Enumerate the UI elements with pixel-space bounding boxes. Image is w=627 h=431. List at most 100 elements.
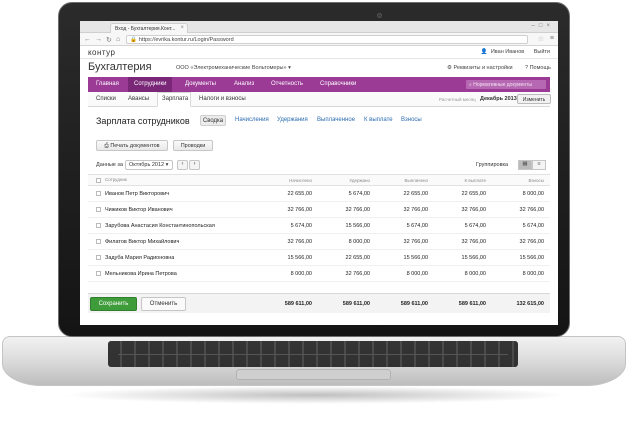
tab-accruals[interactable]: Начисления	[235, 117, 269, 123]
next-month-button[interactable]: ›	[189, 160, 200, 170]
amount-cell: 8 000,00	[258, 265, 318, 282]
save-button[interactable]: Сохранить	[90, 297, 137, 311]
reload-icon[interactable]: ↻	[106, 36, 112, 44]
user-icon: 👤	[480, 49, 488, 55]
user-menu: 👤 Иван Иванов Выйти	[472, 49, 550, 55]
help-link[interactable]: ? Помощь	[525, 65, 551, 71]
user-name[interactable]: Иван Иванов	[491, 49, 524, 55]
subnav-item-lists[interactable]: Списки	[96, 96, 116, 102]
forward-arrow-icon[interactable]: →	[95, 36, 102, 43]
cancel-button[interactable]: Отменить	[141, 297, 186, 311]
change-period-button[interactable]: Изменить	[517, 94, 551, 104]
column-header[interactable]: К выплате	[434, 174, 492, 186]
nav-item-employees[interactable]: Сотрудники	[134, 81, 167, 87]
row-checkbox[interactable]	[96, 238, 101, 244]
grouping-toggle-grid-icon[interactable]: ▦	[518, 160, 532, 170]
amount-value: 32 766,00	[403, 238, 428, 245]
column-header[interactable]: Взносы	[492, 174, 550, 186]
chevron-down-icon: ▾	[165, 162, 169, 168]
select-all-checkbox[interactable]	[96, 177, 101, 183]
nav-item-documents[interactable]: Документы	[185, 81, 216, 87]
row-checkbox[interactable]	[96, 254, 101, 260]
camera-icon	[377, 13, 382, 18]
print-documents-button[interactable]: ⎙ Печать документов	[96, 140, 168, 151]
amount-cell: 8 000,00	[492, 265, 550, 282]
amount-value: 32 766,00	[345, 270, 370, 277]
amount-cell: 32 766,00	[376, 201, 434, 218]
month-select[interactable]: Октябрь 2012 ▾	[125, 160, 173, 170]
employee-name: Филатов Виктор Михайлович	[105, 238, 180, 245]
employee-name: Мельникова Ирина Петрова	[105, 270, 177, 277]
column-header[interactable]: Удержано	[318, 174, 376, 186]
logout-link[interactable]: Выйти	[534, 49, 550, 55]
browser-tab[interactable]: Вход - Бухгалтерия.Конт... ×	[110, 23, 188, 33]
table-row[interactable]: Чижиков Виктор Иванович 32 766,00 32 766,0…	[88, 201, 550, 218]
app-header: Бухгалтерия ООО «Электромеханические Вол…	[80, 59, 558, 77]
settings-link[interactable]: ⚙ Реквизиты и настройки	[447, 65, 513, 71]
table-row[interactable]: Иванов Петр Викторович 22 655,00 5 674,00 2…	[88, 185, 550, 202]
amount-cell: 22 655,00	[434, 185, 492, 202]
amount-value: 5 674,00	[522, 222, 544, 229]
nav-item-directories[interactable]: Справочники	[320, 81, 356, 87]
table-row[interactable]: Филатов Виктор Михайлович 32 766,00 8 000,…	[88, 233, 550, 250]
table-row[interactable]: Зарубова Анастасия Константинопольская 5 …	[88, 217, 550, 234]
prev-month-button[interactable]: ‹	[177, 160, 188, 170]
amount-value: 32 766,00	[461, 206, 486, 213]
tab-summary[interactable]: Сводка	[200, 115, 226, 126]
home-icon[interactable]: ⌂	[116, 36, 120, 43]
nav-item-analysis[interactable]: Анализ	[234, 81, 254, 87]
amount-cell: 32 766,00	[434, 233, 492, 250]
tab-contributions[interactable]: Взносы	[401, 117, 422, 123]
table-row[interactable]: Мельникова Ирина Петрова 8 000,00 32 766,0…	[88, 265, 550, 282]
subnav-item-salary[interactable]: Зарплата	[162, 96, 188, 102]
amount-value: 32 766,00	[345, 206, 370, 213]
row-checkbox[interactable]	[96, 206, 101, 212]
tab-title: Вход - Бухгалтерия.Конт...	[115, 26, 176, 32]
column-header[interactable]: Начислено	[258, 174, 318, 186]
column-header[interactable]: Выплачено	[376, 174, 434, 186]
total-accrued: 589 611,00	[284, 301, 312, 307]
table-row[interactable]: Задуба Мария Радионовна 15 566,00 22 655,0…	[88, 249, 550, 266]
amount-value: 8 000,00	[522, 270, 544, 277]
back-arrow-icon[interactable]: ←	[84, 36, 91, 43]
chevron-down-icon: ▾	[288, 65, 291, 71]
amount-cell: 22 655,00	[376, 185, 434, 202]
bookmark-star-icon[interactable]: ☆	[538, 35, 544, 43]
nav-item-reports[interactable]: Отчетность	[271, 81, 303, 87]
amount-value: 32 766,00	[287, 206, 312, 213]
period-value: Декабрь 2013	[480, 96, 517, 102]
subnav-item-taxes[interactable]: Налоги и взносы	[199, 96, 246, 102]
tab-to-pay[interactable]: К выплате	[364, 117, 393, 123]
employee-name-cell: Зарубова Анастасия Константинопольская	[88, 217, 258, 234]
close-icon[interactable]: ×	[180, 25, 184, 31]
printer-icon: ⎙	[104, 143, 109, 149]
total-to-pay: 589 611,00	[458, 301, 486, 307]
postings-button[interactable]: Проводки	[173, 140, 213, 151]
browser-address-bar: ← → ↻ ⌂ 🔒 https://evrika.kontur.ru/Login/…	[80, 33, 558, 46]
grouping-toggle-list-icon[interactable]: ≡	[532, 160, 546, 170]
nav-item-home[interactable]: Главная	[96, 81, 119, 87]
row-checkbox[interactable]	[96, 190, 101, 196]
normative-search-input[interactable]: ⌕ Нормативные документы	[466, 80, 546, 89]
subnav-item-advances[interactable]: Авансы	[128, 96, 149, 102]
laptop-stage: Вход - Бухгалтерия.Конт... × –□× ← → ↻ ⌂…	[0, 0, 627, 431]
amount-cell: 15 566,00	[258, 249, 318, 266]
kontur-logo[interactable]: кoнтур	[88, 48, 115, 57]
row-checkbox[interactable]	[96, 270, 101, 276]
row-checkbox[interactable]	[96, 222, 101, 228]
employee-name: Зарубова Анастасия Константинопольская	[105, 222, 215, 229]
amount-cell: 8 000,00	[376, 265, 434, 282]
tab-paid[interactable]: Выплаченное	[317, 117, 355, 123]
employee-name-cell: Филатов Виктор Михайлович	[88, 233, 258, 250]
url-input[interactable]: 🔒 https://evrika.kontur.ru/Login/Password	[126, 35, 528, 44]
kontur-bar: кoнтур 👤 Иван Иванов Выйти	[80, 46, 558, 59]
column-header[interactable]: Сотрудник	[88, 174, 258, 186]
browser-menu-icon[interactable]: ≡	[550, 35, 554, 42]
amount-cell: 22 655,00	[258, 185, 318, 202]
amount-value: 22 655,00	[461, 190, 486, 197]
tab-deductions[interactable]: Удержания	[277, 117, 308, 123]
amount-cell: 5 674,00	[318, 185, 376, 202]
org-selector[interactable]: ООО «Электромеханические Вольтомеры» ▾	[176, 65, 291, 71]
total-paid: 589 611,00	[400, 301, 428, 307]
window-controls-icon[interactable]: –□×	[532, 23, 554, 29]
